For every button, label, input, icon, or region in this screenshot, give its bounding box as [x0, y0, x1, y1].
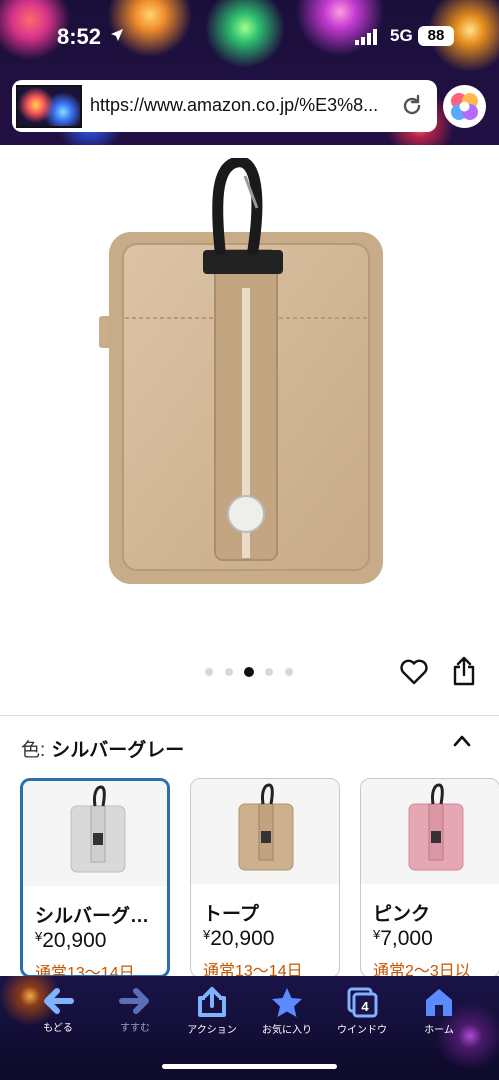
variant-shipping: 通常2～3日以	[373, 963, 471, 978]
page: 8:52 5G 88 https://www.amazon.co.jp/%E3%…	[0, 0, 499, 1080]
variant-name: シルバーグ…	[35, 906, 150, 927]
back-label: もどる	[43, 1023, 73, 1034]
signal-icon	[355, 29, 377, 45]
carousel-dots[interactable]	[205, 667, 305, 678]
star-icon	[272, 988, 302, 1017]
tab-thumbnail[interactable]	[16, 85, 82, 128]
windows-count: 4	[361, 999, 369, 1014]
variant-shipping: 通常13～14日	[203, 963, 303, 978]
home-icon	[426, 989, 452, 1016]
reload-icon[interactable]	[400, 94, 424, 118]
variant-name: トープ	[203, 904, 259, 925]
status-time: 8:52	[57, 24, 102, 49]
home-label: ホーム	[424, 1025, 454, 1036]
network-type: 5G	[390, 26, 413, 45]
carousel-dot-active[interactable]	[244, 667, 254, 677]
forward-button[interactable]: すすむ	[103, 986, 167, 1034]
battery-indicator: 88	[418, 26, 454, 46]
product-image[interactable]	[95, 158, 395, 598]
clover-icon	[451, 93, 478, 120]
variant-price: ¥7,000	[373, 927, 433, 951]
windows-icon: 4	[347, 987, 378, 1018]
variant-price-value: 20,900	[42, 929, 107, 952]
variant-thumbnail	[23, 781, 167, 886]
variant-thumbnail	[361, 779, 499, 884]
variant-price: ¥20,900	[35, 929, 106, 953]
variant-card-silver-grey[interactable]: シルバーグ… ¥20,900 通常13～14日	[20, 778, 170, 978]
back-button[interactable]: もどる	[26, 986, 90, 1034]
variant-price-value: 7,000	[380, 927, 433, 950]
windows-label: ウインドウ	[337, 1025, 387, 1036]
windows-button[interactable]: 4 ウインドウ	[330, 986, 394, 1036]
color-label: 色:	[21, 740, 46, 761]
carousel-dot[interactable]	[265, 668, 273, 676]
selected-color: シルバーグレー	[51, 740, 185, 761]
section-divider	[0, 715, 499, 716]
carousel-dot[interactable]	[225, 668, 233, 676]
url-text[interactable]: https://www.amazon.co.jp/%E3%8...	[90, 95, 378, 116]
chevron-up-icon[interactable]	[452, 733, 472, 749]
favorites-label: お気に入り	[262, 1025, 312, 1036]
home-indicator[interactable]	[162, 1064, 337, 1069]
location-arrow-icon	[111, 29, 123, 41]
home-button[interactable]: ホーム	[407, 986, 471, 1036]
share-icon[interactable]	[451, 656, 477, 686]
app-launcher-icon[interactable]	[443, 85, 486, 128]
action-label: アクション	[187, 1025, 237, 1036]
heart-icon[interactable]	[400, 659, 428, 685]
variant-card-taupe[interactable]: トープ ¥20,900 通常13～14日	[190, 778, 340, 978]
arrow-right-icon	[119, 988, 149, 1014]
variant-name: ピンク	[373, 904, 431, 925]
status-bar: 8:52 5G 88	[0, 0, 499, 70]
variant-price-value: 20,900	[210, 927, 275, 950]
variant-price: ¥20,900	[203, 927, 274, 951]
share-box-icon	[198, 987, 226, 1017]
forward-label: すすむ	[120, 1023, 150, 1034]
variant-thumbnail	[191, 779, 339, 884]
carousel-dot[interactable]	[285, 668, 293, 676]
variant-card-pink[interactable]: ピンク ¥7,000 通常2～3日以	[360, 778, 499, 978]
action-button[interactable]: アクション	[180, 986, 244, 1036]
favorites-button[interactable]: お気に入り	[255, 986, 319, 1036]
color-selector-header[interactable]: 色: シルバーグレー	[21, 735, 184, 762]
address-bar[interactable]: https://www.amazon.co.jp/%E3%8...	[12, 80, 437, 132]
carousel-dot[interactable]	[205, 668, 213, 676]
arrow-left-icon	[44, 988, 74, 1014]
